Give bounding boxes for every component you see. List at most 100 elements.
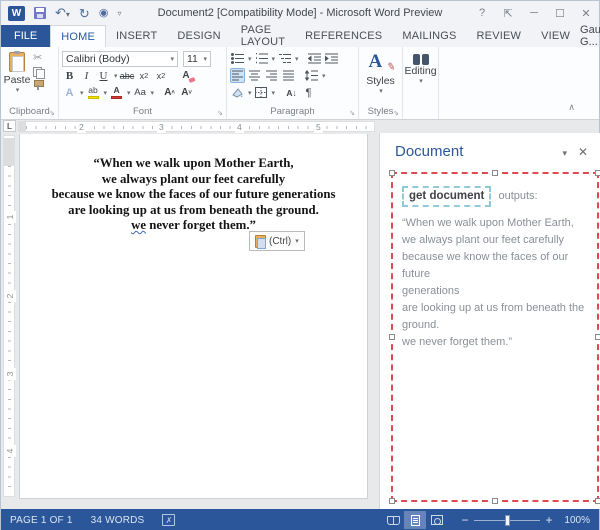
zoom-slider[interactable] — [474, 514, 540, 526]
format-painter-icon[interactable] — [33, 80, 44, 90]
selection-handle[interactable] — [389, 334, 395, 340]
page-indicator[interactable]: PAGE 1 OF 1 — [10, 515, 73, 526]
tab-page-layout[interactable]: PAGE LAYOUT — [231, 24, 295, 48]
undo-button[interactable]: ↶▾ — [55, 6, 70, 20]
minimize-icon[interactable]: ─ — [521, 7, 547, 19]
shrink-font-button[interactable]: A ˅ — [179, 85, 194, 100]
sort-icon[interactable]: A ↓ — [284, 85, 299, 100]
underline-button[interactable]: U — [96, 68, 111, 83]
align-left-icon[interactable] — [230, 68, 245, 83]
qat-customize-icon[interactable]: ▿ — [117, 9, 121, 18]
user-name[interactable]: Gaurav G... — [580, 24, 600, 48]
borders-icon[interactable] — [254, 85, 269, 100]
chevron-down-icon[interactable]: ▾ — [248, 55, 252, 63]
chevron-down-icon[interactable]: ▾ — [80, 89, 84, 97]
chevron-down-icon[interactable]: ▾ — [322, 72, 326, 80]
tab-home[interactable]: HOME — [50, 25, 107, 47]
chevron-down-icon[interactable]: ▾ — [114, 72, 118, 80]
print-layout-icon[interactable] — [404, 511, 426, 529]
word-count[interactable]: 34 WORDS — [91, 515, 145, 526]
text-effects-button[interactable]: A — [62, 85, 77, 100]
chevron-down-icon[interactable]: ▾ — [272, 55, 276, 63]
bold-button[interactable]: B — [62, 68, 77, 83]
superscript-button[interactable]: x2 — [154, 68, 169, 83]
horizontal-ruler[interactable]: 2 3 4 5 — [18, 121, 375, 133]
selection-handle[interactable] — [389, 498, 395, 504]
read-mode-icon[interactable] — [382, 511, 404, 529]
decrease-indent-icon[interactable] — [307, 51, 322, 66]
subscript-button[interactable]: x2 — [137, 68, 152, 83]
task-pane-close-icon[interactable]: ✕ — [578, 145, 588, 159]
word-app-icon[interactable]: W — [8, 5, 25, 21]
pilcrow-icon[interactable]: ¶ — [301, 85, 316, 100]
selection-handle[interactable] — [595, 498, 600, 504]
increase-indent-icon[interactable] — [324, 51, 339, 66]
shading-icon[interactable] — [230, 85, 245, 100]
line-spacing-icon[interactable] — [304, 68, 319, 83]
numbering-icon[interactable] — [254, 51, 269, 66]
editing-button[interactable]: Editing — [404, 65, 436, 77]
styles-button[interactable]: Styles — [366, 75, 395, 87]
binoculars-icon[interactable] — [412, 54, 429, 65]
document-page[interactable]: “When we walk upon Mother Earth, we alwa… — [19, 134, 368, 499]
chevron-down-icon[interactable]: ▾ — [127, 89, 131, 97]
font-size-combo[interactable]: 11 ▾ — [183, 50, 211, 67]
cut-icon[interactable]: ✂ — [33, 53, 43, 64]
chevron-down-icon[interactable]: ▾ — [419, 77, 423, 85]
vertical-ruler[interactable]: 1 2 3 4 — [3, 135, 16, 497]
bullets-icon[interactable] — [230, 51, 245, 66]
task-pane-menu-icon[interactable]: ▾ — [562, 148, 567, 159]
selection-handle[interactable] — [595, 170, 600, 176]
zoom-in-icon[interactable]: + — [542, 513, 556, 527]
zoom-out-icon[interactable]: − — [458, 513, 472, 527]
grow-font-button[interactable]: A ˄ — [162, 85, 177, 100]
italic-button[interactable]: I — [79, 68, 94, 83]
multilevel-list-icon[interactable] — [277, 51, 292, 66]
strikethrough-button[interactable]: abc — [120, 68, 135, 83]
redo-icon[interactable]: ↻ — [79, 7, 90, 20]
help-icon[interactable]: ? — [469, 7, 495, 19]
tab-design[interactable]: DESIGN — [167, 25, 230, 47]
selection-handle[interactable] — [389, 170, 395, 176]
ribbon-display-options-icon[interactable]: ⇱ — [495, 7, 521, 20]
chevron-down-icon[interactable]: ▾ — [379, 87, 383, 95]
selection-handle[interactable] — [492, 170, 498, 176]
dialog-launcher-icon[interactable]: ⇘ — [393, 109, 399, 117]
chevron-down-icon[interactable]: ▾ — [104, 89, 108, 97]
clear-formatting-button[interactable]: A — [179, 68, 194, 83]
tab-insert[interactable]: INSERT — [106, 25, 167, 47]
chevron-down-icon[interactable]: ▾ — [248, 89, 252, 97]
chevron-down-icon[interactable]: ▾ — [272, 89, 276, 97]
tab-review[interactable]: REVIEW — [467, 25, 532, 47]
touch-mode-icon[interactable]: ◉ — [99, 7, 109, 19]
web-layout-icon[interactable] — [426, 511, 448, 529]
close-icon[interactable]: ✕ — [573, 7, 599, 20]
save-icon[interactable] — [34, 7, 46, 19]
highlight-color-button[interactable]: ab — [86, 85, 101, 100]
tab-references[interactable]: REFERENCES — [295, 25, 392, 47]
align-right-icon[interactable] — [264, 68, 279, 83]
font-color-button[interactable]: A — [109, 85, 124, 100]
align-center-icon[interactable] — [247, 68, 262, 83]
zoom-slider-handle[interactable] — [505, 514, 510, 526]
selection-handle[interactable] — [492, 498, 498, 504]
document-text[interactable]: “When we walk upon Mother Earth, we alwa… — [20, 156, 367, 234]
styles-icon[interactable]: A ✎ — [369, 51, 397, 75]
dialog-launcher-icon[interactable]: ⇘ — [217, 109, 223, 117]
collapse-ribbon-icon[interactable]: ∧ — [568, 102, 575, 113]
chevron-down-icon[interactable]: ▾ — [151, 89, 155, 97]
get-document-button[interactable]: get document — [402, 186, 492, 207]
change-case-button[interactable]: Aa — [133, 85, 148, 100]
paste-options-button[interactable]: (Ctrl) ▾ — [249, 231, 305, 251]
tab-stop-selector[interactable]: L — [3, 120, 16, 132]
tab-file[interactable]: FILE — [1, 25, 51, 47]
dialog-launcher-icon[interactable]: ⇘ — [349, 109, 355, 117]
selection-handle[interactable] — [595, 334, 600, 340]
chevron-down-icon[interactable]: ▾ — [295, 55, 299, 63]
proofing-errors-icon[interactable]: ✗ — [162, 514, 176, 526]
tab-view[interactable]: VIEW — [531, 25, 580, 47]
font-name-combo[interactable]: Calibri (Body) ▾ — [62, 50, 178, 67]
justify-icon[interactable] — [281, 68, 296, 83]
maximize-icon[interactable]: ☐ — [547, 7, 573, 20]
copy-icon[interactable] — [33, 67, 45, 79]
